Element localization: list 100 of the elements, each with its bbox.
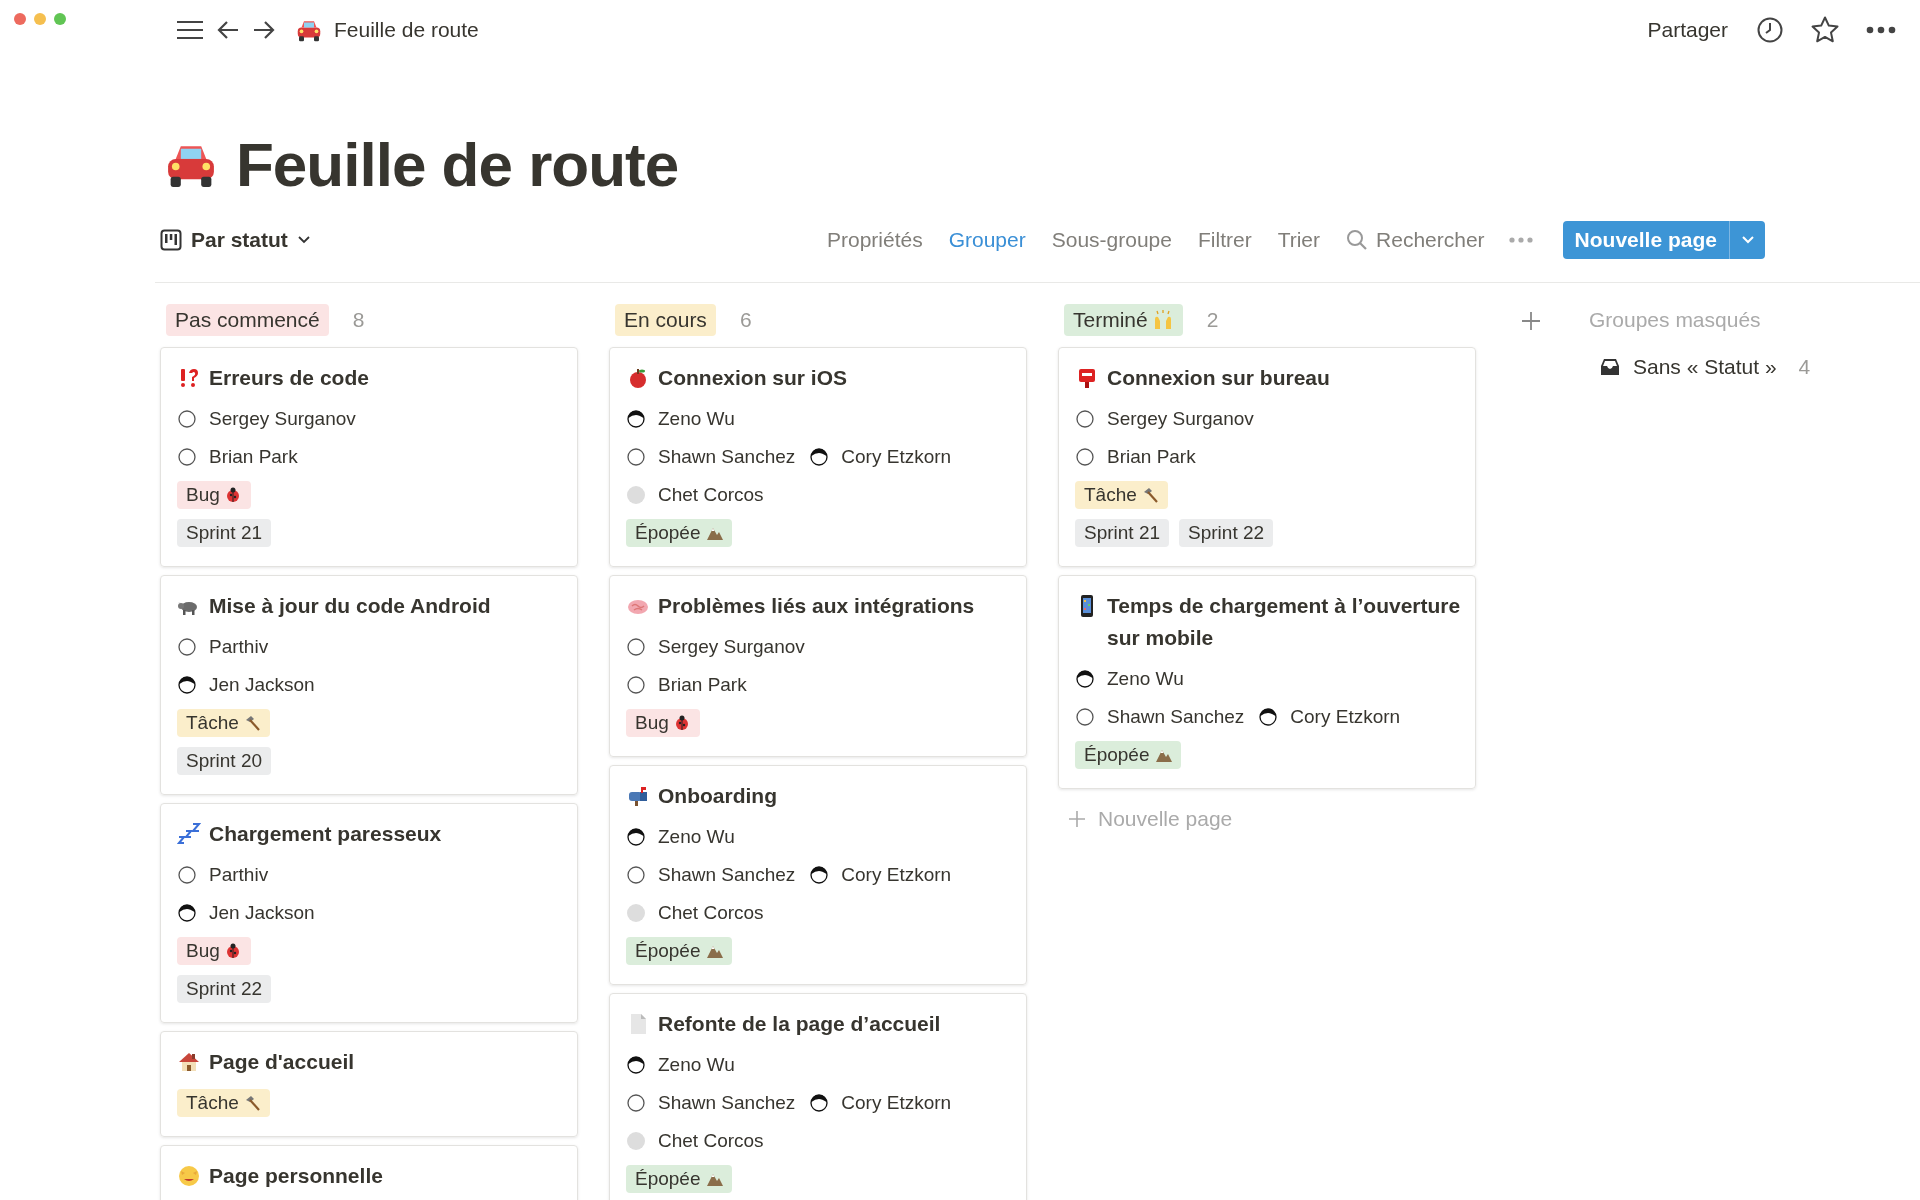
card-title: Problèmes liés aux intégrations	[658, 593, 975, 619]
avatar-icon	[809, 447, 830, 467]
view-selector[interactable]: Par statut	[160, 228, 311, 252]
card[interactable]: Connexion sur iOS Zeno Wu Shawn Sanchez Cory Etzkorn Chet Corcos Épopée	[609, 347, 1027, 567]
avatar-icon	[177, 865, 197, 885]
search-icon	[1346, 229, 1369, 251]
add-group-icon[interactable]	[1521, 311, 1541, 331]
person-name: Zeno Wu	[658, 1054, 735, 1076]
avatar-icon	[1075, 447, 1095, 467]
avatar-icon	[626, 675, 646, 695]
card-title: Temps de chargement à l’ouverture sur mobile	[1107, 593, 1461, 651]
person-name: Zeno Wu	[658, 826, 735, 848]
avatar-icon	[626, 1131, 646, 1151]
toolbar-link[interactable]: Propriétés	[826, 228, 923, 252]
avatar-icon	[626, 485, 646, 505]
tag: Épopée	[626, 519, 732, 547]
person-name: Brian Park	[209, 446, 298, 468]
clock-icon[interactable]	[1756, 16, 1784, 44]
dropdown-button[interactable]	[1729, 221, 1765, 259]
card-title: Chargement paresseux	[209, 821, 442, 847]
card[interactable]: Page d'accueil Tâche	[160, 1031, 578, 1137]
star-icon[interactable]	[1810, 15, 1840, 45]
hidden-group-item[interactable]: Sans « Statut » 4	[1599, 355, 1811, 379]
tag: Sprint 22	[1179, 519, 1274, 547]
status-tag: Terminé	[1064, 304, 1183, 336]
sleep-icon	[177, 822, 201, 846]
tag: Bug	[177, 481, 251, 509]
card-title: Page d'accueil	[209, 1049, 355, 1075]
avatar-icon	[1075, 409, 1095, 429]
mailbox-icon	[626, 784, 650, 808]
person-name: Zeno Wu	[1107, 668, 1184, 690]
avatar-icon	[626, 409, 646, 429]
window-control-icon[interactable]	[14, 13, 26, 25]
search-button[interactable]: Rechercher	[1346, 228, 1485, 252]
bug-icon	[224, 942, 242, 960]
tag: Épopée	[1075, 741, 1181, 769]
avatar-icon	[626, 903, 646, 923]
avatar-icon	[1258, 707, 1279, 727]
column-count: 8	[352, 308, 365, 332]
menu-icon[interactable]	[176, 19, 204, 41]
avatar-icon	[177, 447, 197, 467]
tag: Tâche	[177, 709, 270, 737]
avatar-icon	[177, 675, 197, 695]
more-icon[interactable]	[1866, 26, 1896, 34]
status-tag: En cours	[615, 304, 716, 336]
person-name: Chet Corcos	[658, 484, 764, 506]
person-name: Shawn Sanchez	[658, 446, 796, 468]
tag: Épopée	[626, 1165, 732, 1193]
card-title: Refonte de la page d’accueil	[658, 1011, 941, 1037]
card[interactable]: Temps de chargement à l’ouverture sur mobile Zeno Wu Shawn Sanchez Cory Etzkorn Épopée	[1058, 575, 1476, 789]
caret-icon	[1740, 235, 1755, 245]
person-name: Shawn Sanchez	[658, 864, 796, 886]
hidden-groups-title: Groupes masqués	[1589, 307, 1762, 333]
avatar-icon	[809, 1093, 830, 1113]
avatar-icon	[809, 865, 830, 885]
avatar-icon	[177, 903, 197, 923]
card[interactable]: Erreurs de code Sergey Surganov Brian Park Bug Sprint 21	[160, 347, 578, 567]
tag: Épopée	[626, 937, 732, 965]
card[interactable]: Refonte de la page d’accueil Zeno Wu Shawn Sanchez Cory Etzkorn Chet Corcos Épopée	[609, 993, 1027, 1200]
person-name: Sergey Surganov	[658, 636, 805, 658]
tag: Sprint 21	[1075, 519, 1170, 547]
toolbar-link[interactable]: Filtrer	[1198, 228, 1252, 252]
card-title: Page personnelle	[209, 1163, 383, 1189]
share-button[interactable]: Partager	[1647, 18, 1728, 42]
card-title: Connexion sur bureau	[1107, 365, 1330, 391]
person-name: Cory Etzkorn	[841, 1092, 952, 1114]
forward-arrow-icon[interactable]	[252, 19, 276, 41]
avatar-icon	[1075, 669, 1095, 689]
breadcrumb[interactable]: Feuille de route	[334, 18, 479, 42]
tag: Bug	[177, 937, 251, 965]
card-title: Mise à jour du code Android	[209, 593, 491, 619]
card[interactable]: Page personnelle	[160, 1145, 578, 1200]
back-arrow-icon[interactable]	[216, 19, 240, 41]
person-name: Shawn Sanchez	[1107, 706, 1245, 728]
person-name: Brian Park	[658, 674, 747, 696]
card[interactable]: Chargement paresseux Parthiv Jen Jackson Bug Sprint 22	[160, 803, 578, 1023]
person-name: Brian Park	[1107, 446, 1196, 468]
card[interactable]: Connexion sur bureau Sergey Surganov Brian Park Tâche Sprint 21 Sprint 22	[1058, 347, 1476, 567]
tag: Bug	[626, 709, 700, 737]
card[interactable]: Onboarding Zeno Wu Shawn Sanchez Cory Etzkorn Chet Corcos Épopée	[609, 765, 1027, 985]
tag: Tâche	[177, 1089, 270, 1117]
emoji-icon	[177, 1164, 201, 1188]
bug-icon	[673, 714, 691, 732]
avatar-icon	[626, 1055, 646, 1075]
toolbar-link[interactable]: Trier	[1277, 228, 1321, 252]
card-title: Erreurs de code	[209, 365, 369, 391]
avatar-icon	[626, 1093, 646, 1113]
person-name: Chet Corcos	[658, 902, 764, 924]
person-name: Sergey Surganov	[209, 408, 356, 430]
person-name: Jen Jackson	[209, 674, 315, 696]
bug-icon	[224, 486, 242, 504]
person-name: Shawn Sanchez	[658, 1092, 796, 1114]
group-count: 4	[1798, 355, 1811, 379]
person-name: Jen Jackson	[209, 902, 315, 924]
toolbar-link[interactable]: Sous-groupe	[1051, 228, 1172, 252]
person-name: Cory Etzkorn	[841, 446, 952, 468]
card[interactable]: Problèmes liés aux intégrations Sergey Surganov Brian Park Bug	[609, 575, 1027, 757]
avatar-icon	[626, 827, 646, 847]
avatar-icon	[1075, 707, 1095, 727]
card[interactable]: Mise à jour du code Android Parthiv Jen Jackson Tâche Sprint 20	[160, 575, 578, 795]
